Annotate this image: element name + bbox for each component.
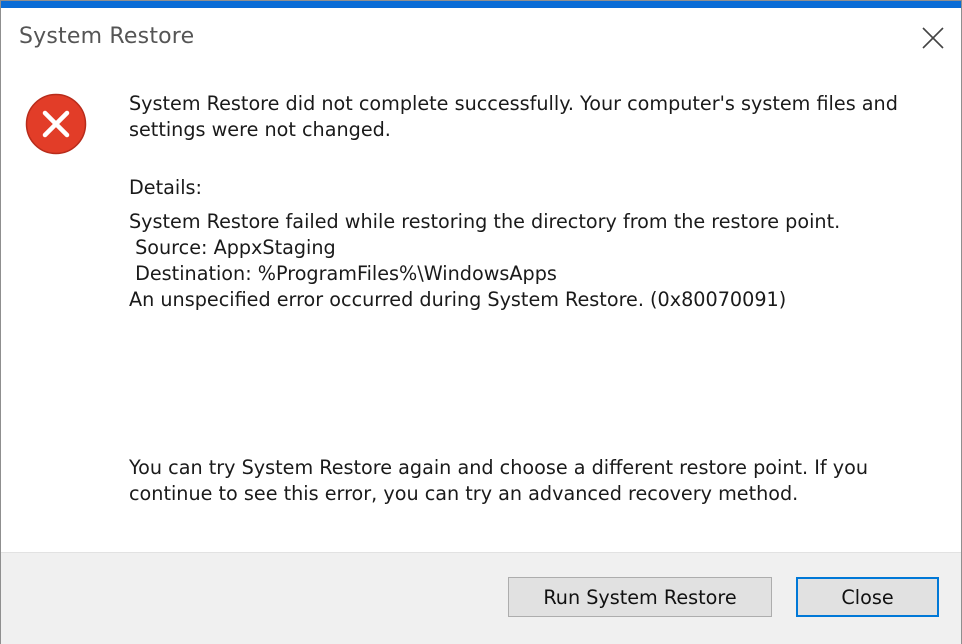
window-title: System Restore [19,24,195,49]
close-button[interactable]: Close [796,577,939,617]
suggestion-message: You can try System Restore again and cho… [129,455,919,507]
close-x-icon [922,27,944,49]
title-bar[interactable]: System Restore [1,8,961,67]
error-message-line-1: System Restore did not complete successf… [129,92,898,115]
detail-line-source: Source: AppxStaging [129,236,336,259]
error-message: System Restore did not complete successf… [129,91,919,143]
window-accent-strip [1,1,961,8]
error-message-line-2: settings were not changed. [129,118,391,141]
system-restore-dialog: System Restore System Restore did not co… [0,0,962,644]
detail-line-failure: System Restore failed while restoring th… [129,210,841,233]
detail-line-destination: Destination: %ProgramFiles%\WindowsApps [129,262,557,285]
close-window-button[interactable] [909,16,955,60]
detail-line-error-code: An unspecified error occurred during Sys… [129,288,787,311]
details-block: System Restore failed while restoring th… [129,209,919,313]
suggestion-line-1: You can try System Restore again and cho… [129,456,868,479]
suggestion-line-2: continue to see this error, you can try … [129,482,799,505]
button-bar: Run System Restore Close [1,552,961,644]
error-icon [25,93,87,155]
details-label: Details: [129,176,202,199]
run-system-restore-button[interactable]: Run System Restore [508,577,772,617]
